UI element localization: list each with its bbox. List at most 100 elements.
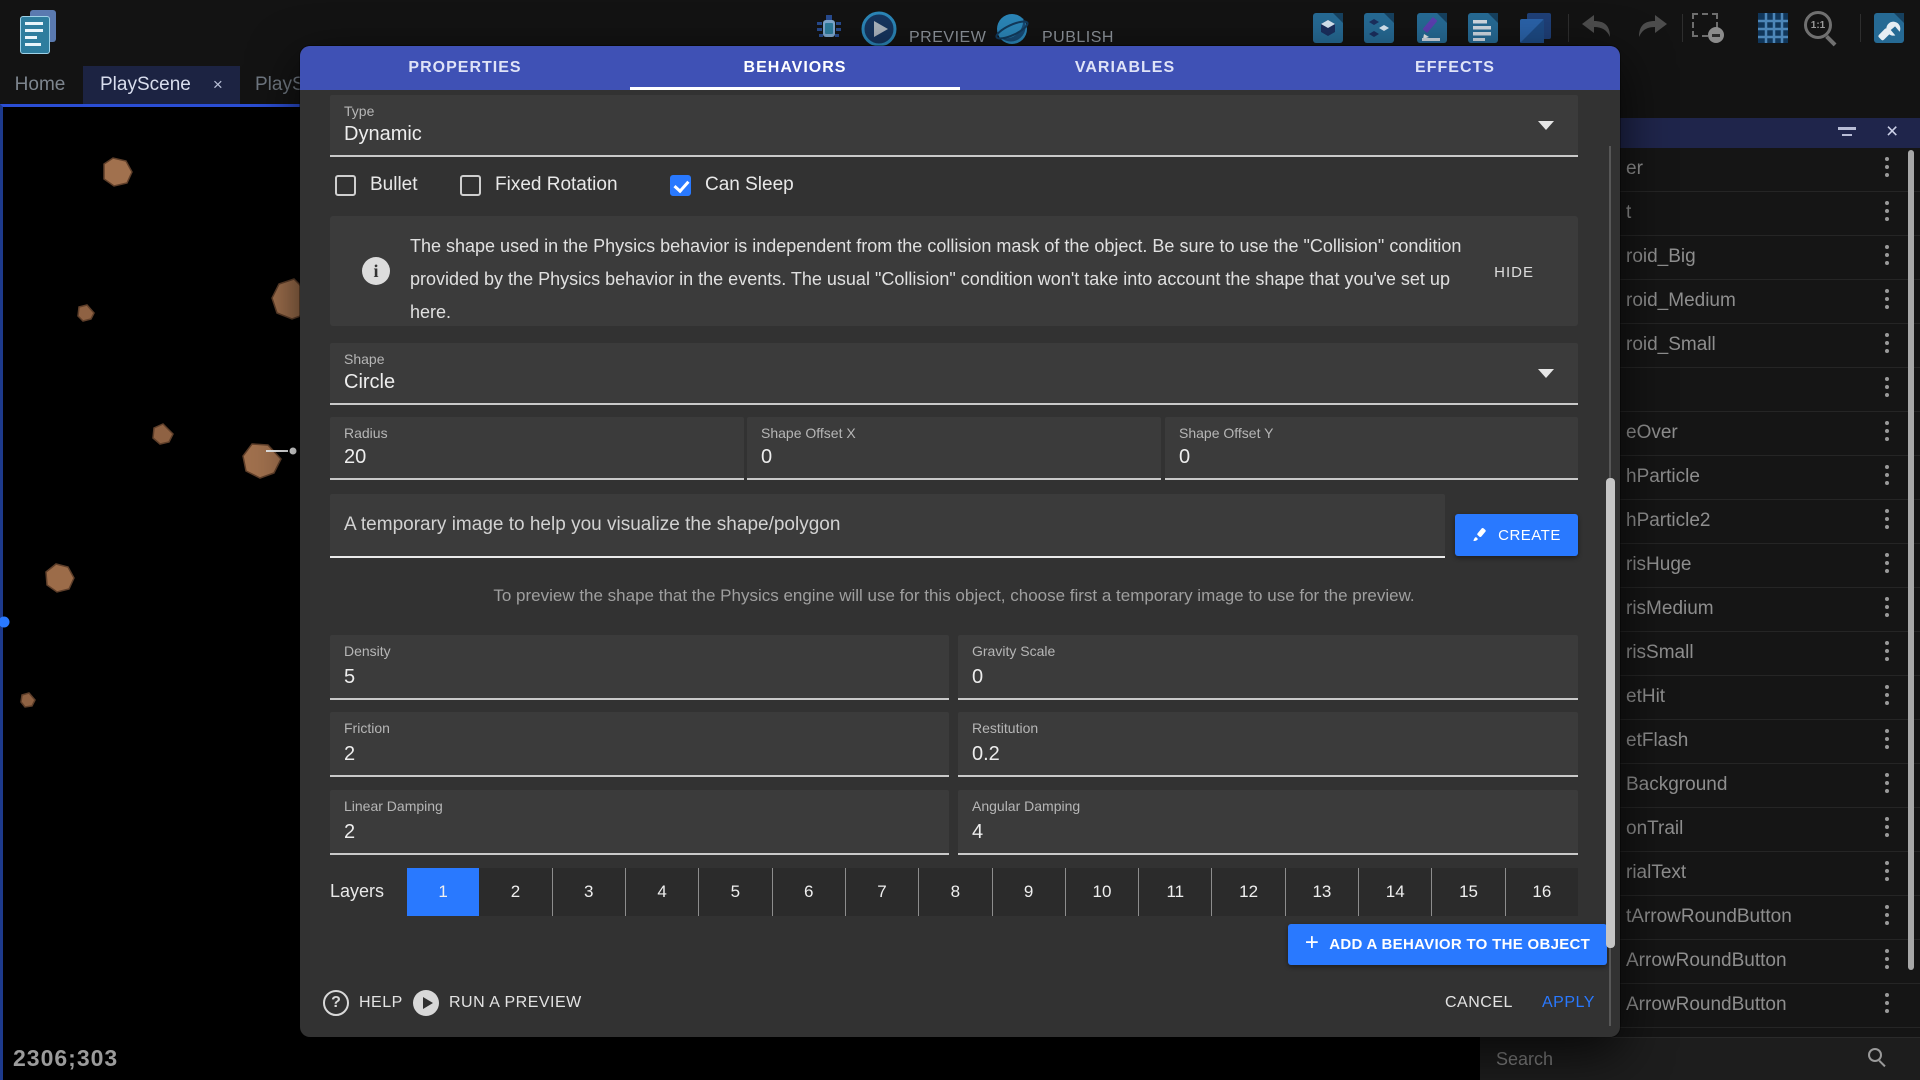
cancel-button[interactable]: CANCEL bbox=[1445, 994, 1513, 1012]
fixed-rotation-checkbox[interactable] bbox=[460, 175, 481, 196]
apply-button[interactable]: APPLY bbox=[1542, 994, 1595, 1012]
dialog-tab-behaviors[interactable]: BEHAVIORS bbox=[630, 46, 960, 90]
create-button[interactable]: CREATE bbox=[1455, 514, 1578, 556]
object-search-bar[interactable]: Search bbox=[1480, 1037, 1920, 1080]
fixed-rotation-checkbox-group[interactable]: Fixed Rotation bbox=[460, 172, 618, 198]
item-menu-icon[interactable] bbox=[1884, 421, 1890, 441]
play-circle-icon bbox=[413, 990, 439, 1016]
item-menu-icon[interactable] bbox=[1884, 245, 1890, 265]
layer-button-11[interactable]: 11 bbox=[1139, 868, 1212, 916]
info-text: The shape used in the Physics behavior i… bbox=[410, 230, 1470, 329]
item-menu-icon[interactable] bbox=[1884, 289, 1890, 309]
item-menu-icon[interactable] bbox=[1884, 333, 1890, 353]
item-menu-icon[interactable] bbox=[1884, 553, 1890, 573]
asteroid-sprite bbox=[243, 444, 281, 478]
chevron-down-icon bbox=[1538, 121, 1554, 130]
item-menu-icon[interactable] bbox=[1884, 773, 1890, 793]
deselect-instances-icon[interactable] bbox=[1692, 13, 1728, 43]
dialog-tab-variables[interactable]: VARIABLES bbox=[960, 46, 1290, 90]
physics-behavior-dialog: PROPERTIES BEHAVIORS VARIABLES EFFECTS T… bbox=[300, 46, 1620, 1037]
item-menu-icon[interactable] bbox=[1884, 949, 1890, 969]
item-menu-icon[interactable] bbox=[1884, 817, 1890, 837]
item-menu-icon[interactable] bbox=[1884, 509, 1890, 529]
run-preview-button[interactable]: RUN A PREVIEW bbox=[413, 990, 582, 1016]
type-select[interactable]: Type Dynamic bbox=[330, 95, 1578, 157]
tab-close-icon[interactable]: × bbox=[213, 75, 223, 95]
density-field[interactable]: Density 5 bbox=[330, 635, 949, 700]
item-menu-icon[interactable] bbox=[1884, 993, 1890, 1013]
grid-icon[interactable] bbox=[1756, 11, 1790, 45]
layers-panel-icon[interactable] bbox=[1517, 11, 1553, 45]
active-tab-underline bbox=[630, 87, 960, 90]
item-menu-icon[interactable] bbox=[1884, 861, 1890, 881]
scene-properties-icon[interactable] bbox=[1466, 11, 1500, 45]
layer-button-14[interactable]: 14 bbox=[1359, 868, 1432, 916]
layer-button-5[interactable]: 5 bbox=[699, 868, 772, 916]
dialog-tab-properties[interactable]: PROPERTIES bbox=[300, 46, 630, 90]
linear-damping-field[interactable]: Linear Damping 2 bbox=[330, 790, 949, 855]
item-menu-icon[interactable] bbox=[1884, 201, 1890, 221]
angular-damping-field[interactable]: Angular Damping 4 bbox=[958, 790, 1578, 855]
radius-field[interactable]: Radius 20 bbox=[330, 417, 744, 480]
layer-button-8[interactable]: 8 bbox=[919, 868, 992, 916]
undo-icon[interactable] bbox=[1580, 13, 1616, 43]
layer-button-6[interactable]: 6 bbox=[773, 868, 846, 916]
layer-button-3[interactable]: 3 bbox=[553, 868, 626, 916]
item-menu-icon[interactable] bbox=[1884, 597, 1890, 617]
item-menu-icon[interactable] bbox=[1884, 465, 1890, 485]
tab-playscene[interactable]: PlayScene × bbox=[83, 66, 240, 104]
item-menu-icon[interactable] bbox=[1884, 641, 1890, 661]
redo-icon[interactable] bbox=[1633, 13, 1669, 43]
preview-button[interactable]: PREVIEW bbox=[860, 10, 985, 46]
item-menu-icon[interactable] bbox=[1884, 157, 1890, 177]
open-object-groups-icon[interactable] bbox=[1362, 11, 1396, 45]
layer-button-4[interactable]: 4 bbox=[626, 868, 699, 916]
layer-button-9[interactable]: 9 bbox=[993, 868, 1066, 916]
bullet-checkbox-group[interactable]: Bullet bbox=[335, 172, 418, 198]
search-icon bbox=[1868, 1048, 1890, 1070]
item-menu-icon[interactable] bbox=[1884, 729, 1890, 749]
restitution-field[interactable]: Restitution 0.2 bbox=[958, 712, 1578, 777]
item-menu-icon[interactable] bbox=[1884, 905, 1890, 925]
asteroid-sprite bbox=[153, 424, 173, 444]
layer-button-15[interactable]: 15 bbox=[1432, 868, 1505, 916]
layer-button-13[interactable]: 13 bbox=[1286, 868, 1359, 916]
add-behavior-button[interactable]: + ADD A BEHAVIOR TO THE OBJECT bbox=[1288, 924, 1607, 965]
zoom-original-icon[interactable]: 1:1 bbox=[1804, 11, 1844, 47]
layer-button-10[interactable]: 10 bbox=[1066, 868, 1139, 916]
project-manager-icon[interactable] bbox=[14, 8, 60, 54]
layer-button-16[interactable]: 16 bbox=[1506, 868, 1578, 916]
panel-scrollbar[interactable] bbox=[1908, 150, 1914, 970]
bullet-checkbox[interactable] bbox=[335, 175, 356, 196]
dialog-tab-effects[interactable]: EFFECTS bbox=[1290, 46, 1620, 90]
shape-select[interactable]: Shape Circle bbox=[330, 343, 1578, 405]
layers-selector: 1 2 3 4 5 6 7 8 9 10 11 12 13 14 15 16 bbox=[407, 868, 1578, 916]
item-menu-icon[interactable] bbox=[1884, 685, 1890, 705]
item-menu-icon[interactable] bbox=[1884, 377, 1890, 397]
tab-home[interactable]: Home bbox=[12, 66, 68, 104]
can-sleep-checkbox-group[interactable]: Can Sleep bbox=[670, 172, 794, 198]
open-objects-editor-icon[interactable] bbox=[1311, 11, 1345, 45]
filter-icon[interactable] bbox=[1838, 127, 1856, 139]
shape-offset-x-field[interactable]: Shape Offset X 0 bbox=[747, 417, 1161, 480]
debugger-icon[interactable] bbox=[812, 12, 846, 44]
temp-image-field[interactable]: A temporary image to help you visualize … bbox=[330, 494, 1445, 558]
toolbar-separator bbox=[1682, 14, 1683, 42]
can-sleep-checkbox[interactable] bbox=[670, 175, 691, 196]
publish-label: PUBLISH bbox=[1042, 29, 1114, 47]
gravity-scale-field[interactable]: Gravity Scale 0 bbox=[958, 635, 1578, 700]
scene-tools-icon[interactable] bbox=[1872, 11, 1906, 45]
hide-button[interactable]: HIDE bbox=[1486, 258, 1542, 287]
panel-close-icon[interactable]: × bbox=[1886, 120, 1898, 144]
friction-field[interactable]: Friction 2 bbox=[330, 712, 949, 777]
help-button[interactable]: ? HELP bbox=[323, 990, 403, 1016]
layer-button-2[interactable]: 2 bbox=[479, 868, 552, 916]
layer-button-1[interactable]: 1 bbox=[407, 868, 479, 916]
search-input[interactable]: Search bbox=[1496, 1049, 1553, 1070]
publish-button[interactable]: PUBLISH bbox=[993, 10, 1118, 46]
layer-button-12[interactable]: 12 bbox=[1212, 868, 1285, 916]
shape-offset-y-field[interactable]: Shape Offset Y 0 bbox=[1165, 417, 1578, 480]
layer-button-7[interactable]: 7 bbox=[846, 868, 919, 916]
dialog-scrollbar[interactable] bbox=[1606, 478, 1615, 948]
edit-scene-icon[interactable] bbox=[1415, 11, 1449, 45]
